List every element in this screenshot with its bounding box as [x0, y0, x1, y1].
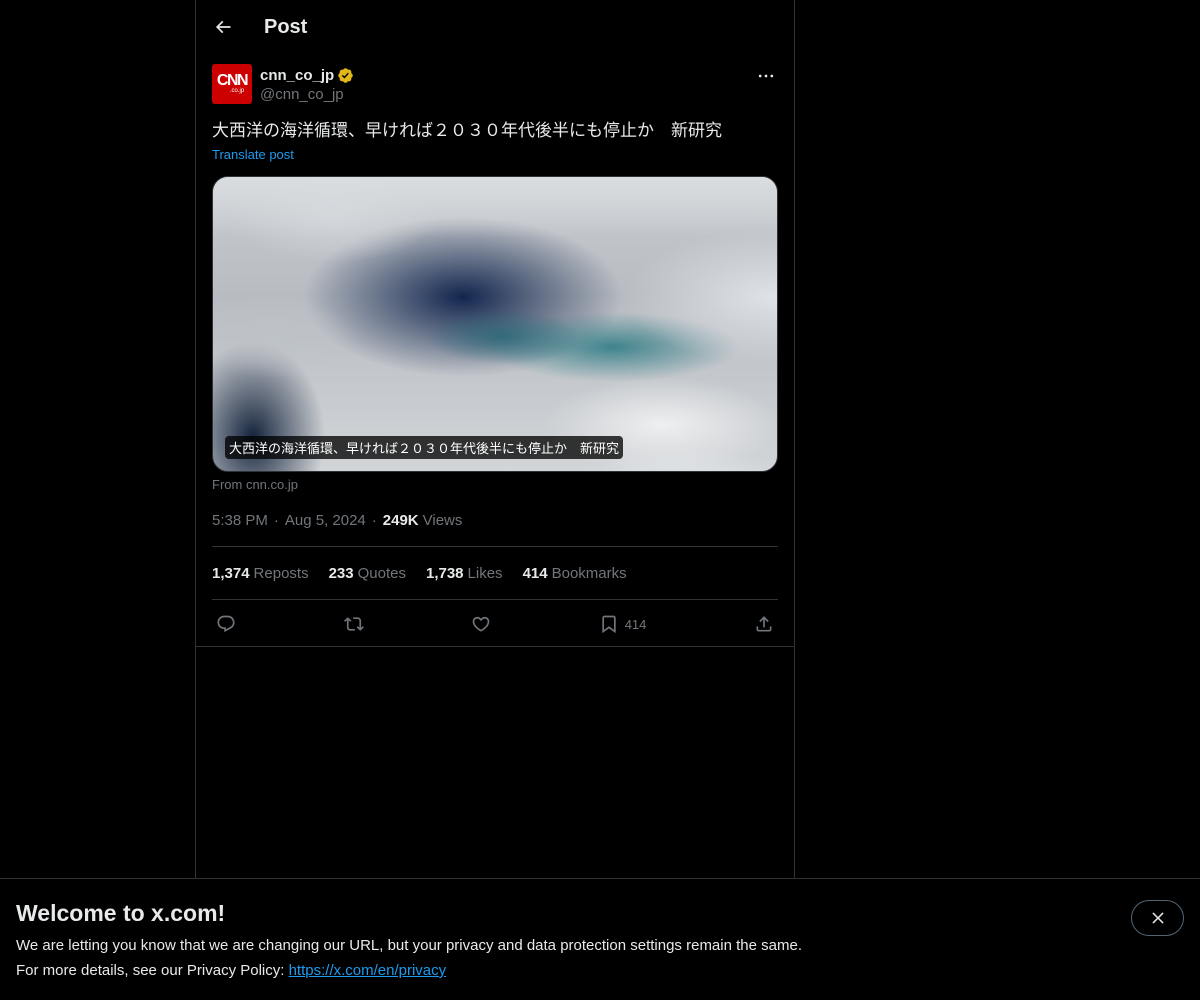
post-date[interactable]: Aug 5, 2024 — [285, 512, 366, 529]
banner-privacy-line: For more details, see our Privacy Policy… — [16, 962, 446, 979]
media-caption: 大西洋の海洋循環、早ければ２０３０年代後半にも停止か 新研究 — [225, 436, 624, 459]
separator-dot: · — [273, 511, 279, 529]
link-card-image[interactable]: 大西洋の海洋循環、早ければ２０３０年代後半にも停止か 新研究 — [212, 176, 778, 472]
more-icon — [758, 74, 774, 78]
author-names: cnn_co_jp @cnn_co_jp — [260, 64, 354, 105]
display-name-row: cnn_co_jp — [260, 65, 354, 85]
repost-icon — [343, 617, 364, 631]
reposts-count: 1,374 — [212, 564, 250, 582]
banner-privacy-prefix: For more details, see our Privacy Policy… — [16, 962, 289, 979]
quotes-stat[interactable]: 233 Quotes — [329, 565, 406, 582]
page-header: Post — [196, 0, 794, 54]
banner-title: Welcome to x.com! — [16, 900, 226, 926]
verified-badge-icon — [338, 67, 353, 83]
post-meta: 5:38 PM · Aug 5, 2024 · 249K Views — [212, 510, 778, 530]
bookmark-count: 414 — [624, 616, 647, 632]
banner-close-button[interactable] — [1131, 900, 1184, 936]
close-icon — [1151, 912, 1164, 924]
likes-label: Likes — [467, 564, 503, 582]
reposts-stat[interactable]: 1,374 Reposts — [212, 565, 309, 582]
page-title: Post — [264, 15, 308, 38]
author-row: CNN .co.jp cnn_co_jp @cnn_co_jp — [212, 64, 778, 108]
avatar-logo-subtext: .co.jp — [229, 87, 245, 94]
like-icon — [472, 616, 490, 632]
reply-button[interactable] — [216, 614, 236, 634]
primary-column: Post CNN .co.jp cnn_co_jp @cnn_co_jp 大西洋… — [195, 0, 795, 1000]
more-button[interactable] — [756, 66, 776, 86]
welcome-banner: Welcome to x.com! We are letting you kno… — [0, 878, 1200, 1000]
privacy-policy-link[interactable]: https://x.com/en/privacy — [289, 962, 447, 979]
satellite-image-cloud — [213, 177, 777, 237]
post-time[interactable]: 5:38 PM — [212, 512, 268, 529]
views-count: 249K — [382, 511, 419, 529]
separator-dot: · — [371, 511, 377, 529]
divider — [196, 646, 794, 647]
bookmarks-count: 414 — [522, 564, 548, 582]
like-button[interactable] — [471, 614, 491, 634]
back-button[interactable] — [212, 16, 234, 38]
post-text: 大西洋の海洋循環、早ければ２０３０年代後半にも停止か 新研究 — [212, 121, 722, 141]
bookmark-icon — [602, 615, 616, 634]
link-source[interactable]: From cnn.co.jp — [212, 477, 298, 492]
bookmarks-stat[interactable]: 414 Bookmarks — [523, 565, 627, 582]
avatar-logo-text: CNN — [216, 71, 249, 89]
engagement-stats: 1,374 Reposts 233 Quotes 1,738 Likes 414 Boo… — [212, 547, 778, 599]
quotes-count: 233 — [328, 564, 354, 582]
reply-icon — [217, 615, 235, 633]
share-button[interactable] — [754, 614, 774, 634]
share-icon — [756, 616, 772, 632]
display-name[interactable]: cnn_co_jp — [260, 67, 334, 84]
post: CNN .co.jp cnn_co_jp @cnn_co_jp 大西洋の海洋循環… — [196, 54, 794, 648]
bookmarks-label: Bookmarks — [551, 564, 627, 582]
banner-message: We are letting you know that we are chan… — [16, 937, 802, 954]
repost-button[interactable] — [343, 614, 364, 634]
handle[interactable]: @cnn_co_jp — [260, 85, 354, 105]
action-bar: 414 — [212, 600, 778, 648]
avatar[interactable]: CNN .co.jp — [212, 64, 252, 104]
reposts-label: Reposts — [253, 564, 309, 582]
bookmark-button[interactable]: 414 — [599, 614, 647, 634]
likes-stat[interactable]: 1,738 Likes — [426, 565, 503, 582]
likes-count: 1,738 — [425, 564, 464, 582]
quotes-label: Quotes — [357, 564, 406, 582]
back-arrow-icon — [215, 20, 231, 34]
translate-post-link[interactable]: Translate post — [212, 147, 294, 162]
views-label: Views — [422, 511, 463, 529]
